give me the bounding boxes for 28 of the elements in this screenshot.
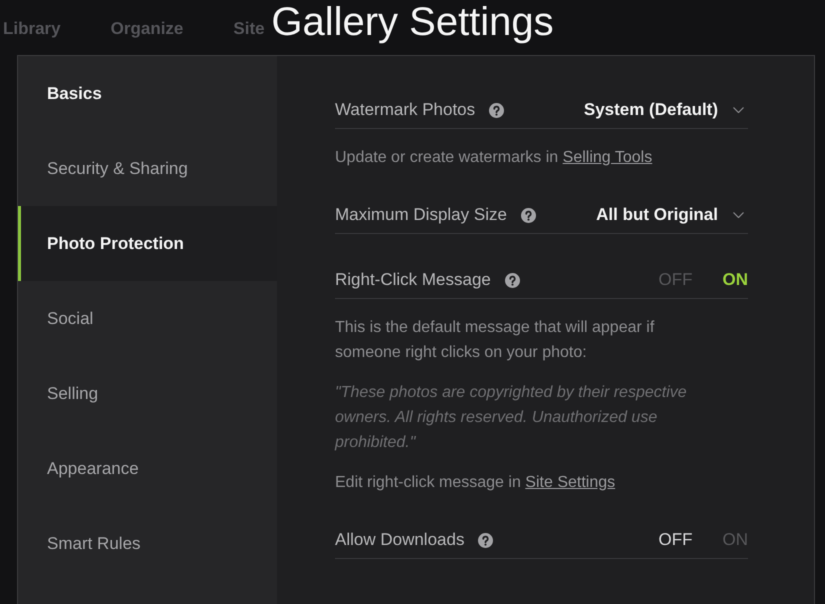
sidebar-item[interactable]: Appearance	[18, 431, 277, 506]
help-icon[interactable]	[504, 272, 520, 288]
dropdown-select[interactable]: System (Default)	[584, 100, 748, 120]
sidebar-item[interactable]: Smart Rules	[18, 506, 277, 581]
setting-label: Right-Click Message	[335, 270, 491, 290]
sidebar-item[interactable]: Photo Protection	[18, 206, 277, 281]
toggle-option[interactable]: ON	[722, 270, 748, 290]
help-icon[interactable]	[478, 532, 494, 548]
toggle-option[interactable]: OFF	[658, 530, 692, 550]
setting-label: Allow Downloads	[335, 530, 464, 550]
help-note: Update or create watermarks in Selling Tools	[335, 148, 654, 168]
help-icon[interactable]	[489, 102, 504, 118]
sidebar-item[interactable]: Basics	[18, 56, 277, 131]
text-link[interactable]: Selling Tools	[562, 149, 652, 166]
sidebar-item[interactable]: Security & Sharing	[18, 131, 277, 206]
text-link[interactable]: Site Settings	[525, 474, 616, 491]
setting-label: Watermark Photos	[335, 100, 476, 120]
chevron-down-icon	[733, 107, 744, 113]
quoted-message: "These photos are copyrighted by their respective owners. All rights reserved. Unauthorized use prohibited."	[335, 383, 688, 453]
sidebar-item[interactable]: Social	[18, 281, 277, 356]
chevron-down-icon	[733, 212, 744, 218]
setting-label: Maximum Display Size	[335, 205, 507, 225]
dialog-title: Gallery Settings	[271, 0, 554, 44]
sidebar-item[interactable]: Selling	[18, 356, 277, 431]
help-note: Edit right-click message in Site Settings	[335, 473, 616, 493]
help-icon[interactable]	[520, 208, 536, 222]
dropdown-select[interactable]: All but Original	[596, 205, 748, 225]
description-text: This is the default message that will appear if someone right clicks on your photo:	[335, 318, 656, 363]
